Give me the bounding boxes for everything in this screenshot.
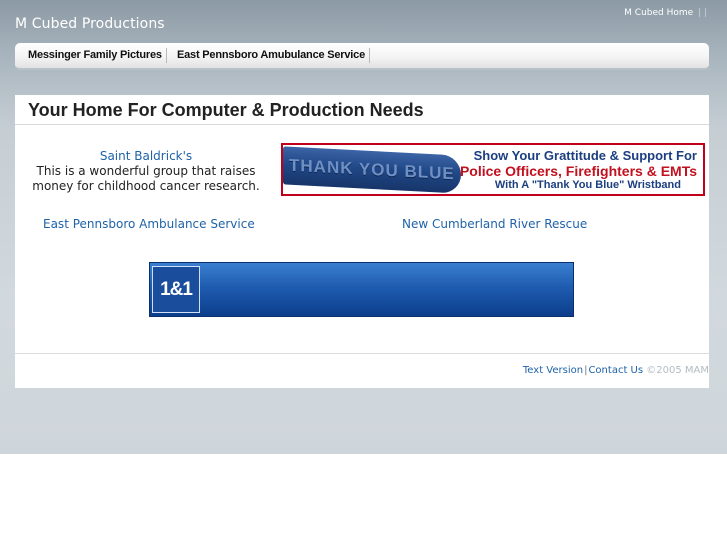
- text-version-link[interactable]: Text Version: [523, 365, 583, 376]
- top-links: M Cubed Home | |: [624, 8, 707, 18]
- footer-divider: [15, 353, 709, 354]
- banner-line-2: Police Officers, Firefighters & EMTs: [459, 163, 697, 179]
- home-link[interactable]: M Cubed Home: [624, 8, 693, 18]
- new-cumberland-river-rescue-link[interactable]: New Cumberland River Rescue: [402, 217, 587, 231]
- footer: Text Version|Contact Us ©2005 MAM: [523, 365, 709, 376]
- footer-separator: |: [584, 365, 588, 376]
- banner-line-1: Show Your Grattitude & Support For: [473, 148, 697, 163]
- site-title: M Cubed Productions: [15, 16, 165, 32]
- nav-item-messinger-family-pictures[interactable]: Messinger Family Pictures: [28, 48, 167, 63]
- contact-us-link[interactable]: Contact Us: [588, 365, 643, 376]
- copyright-text: ©2005 MAM: [646, 365, 709, 376]
- saint-baldricks-link[interactable]: Saint Baldrick's: [15, 149, 277, 164]
- heading-divider: [15, 124, 709, 125]
- saint-baldricks-promo: Saint Baldrick's This is a wonderful gro…: [15, 149, 277, 194]
- thank-you-blue-banner[interactable]: THANK YOU BLUE Show Your Grattitude & Su…: [281, 143, 705, 196]
- top-link-separator: | |: [698, 8, 707, 18]
- ad-logo: 1&1: [152, 266, 200, 313]
- saint-baldricks-description: This is a wonderful group that raises mo…: [32, 164, 260, 193]
- navigation-bar: Messinger Family Pictures East Pennsboro…: [15, 43, 709, 70]
- wristband-image: THANK YOU BLUE: [283, 146, 461, 194]
- wristband-text: THANK YOU BLUE: [289, 155, 455, 184]
- nav-item-east-pennsboro-ambulance[interactable]: East Pennsboro Amubulance Service: [177, 48, 371, 63]
- banner-line-3: With A "Thank You Blue" Wristband: [494, 179, 681, 191]
- main-content: Your Home For Computer & Production Need…: [15, 95, 709, 388]
- page-heading: Your Home For Computer & Production Need…: [28, 100, 424, 120]
- ad-banner[interactable]: 1&1: [149, 262, 574, 317]
- east-pennsboro-ambulance-link[interactable]: East Pennsboro Ambulance Service: [43, 217, 255, 231]
